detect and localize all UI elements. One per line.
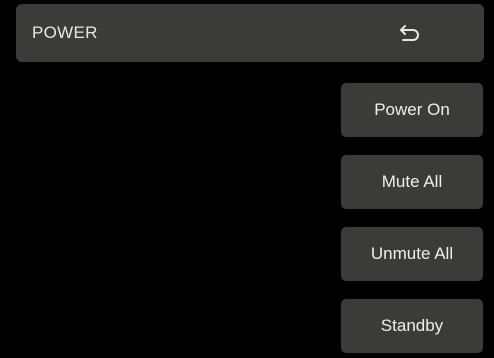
mute-all-label: Mute All <box>381 172 443 191</box>
unmute-all-button[interactable]: Unmute All <box>341 227 483 281</box>
standby-button[interactable]: Standby <box>341 299 483 353</box>
back-button[interactable] <box>386 12 434 54</box>
power-on-button[interactable]: Power On <box>341 83 483 137</box>
page-title: POWER <box>32 23 98 42</box>
standby-label: Standby <box>380 316 444 335</box>
mute-all-button[interactable]: Mute All <box>341 155 483 209</box>
unmute-all-label: Unmute All <box>370 244 454 263</box>
power-on-label: Power On <box>374 100 450 119</box>
header-bar: POWER <box>16 4 484 62</box>
back-arrow-icon <box>399 23 421 43</box>
